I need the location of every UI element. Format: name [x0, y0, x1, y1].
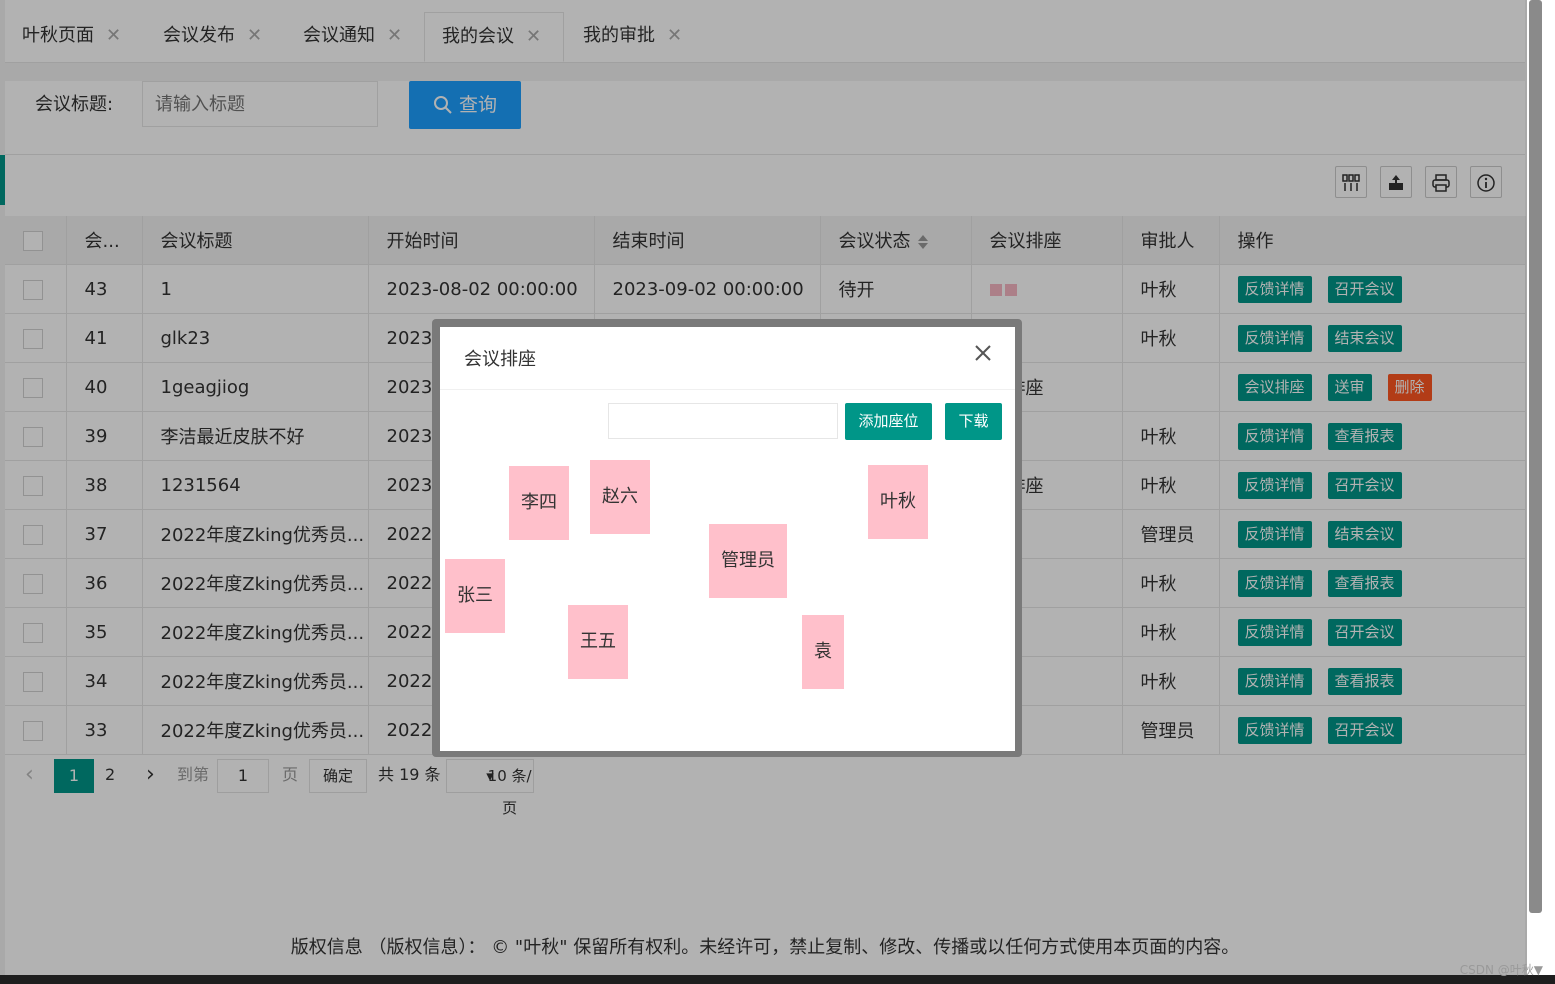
seat-tile[interactable]: 王五 [568, 605, 628, 679]
seat-tile[interactable]: 李四 [509, 466, 569, 540]
seating-dialog: 会议排座 添加座位 下载 李四 赵六 叶秋 管理员 张三 王五 袁 [440, 327, 1015, 751]
seat-tile[interactable]: 袁 [802, 615, 844, 689]
add-seat-button[interactable]: 添加座位 [845, 403, 932, 440]
seat-tile[interactable]: 管理员 [709, 524, 787, 598]
dialog-divider [440, 389, 1015, 390]
seat-tile[interactable]: 叶秋 [868, 465, 928, 539]
seat-tile[interactable]: 张三 [445, 559, 505, 633]
scrollbar-thumb[interactable] [1529, 0, 1542, 913]
dialog-title: 会议排座 [464, 349, 536, 370]
seat-name-input[interactable] [608, 403, 838, 439]
seat-tile[interactable]: 赵六 [590, 460, 650, 534]
close-icon[interactable] [973, 343, 993, 363]
download-button[interactable]: 下载 [945, 403, 1002, 440]
watermark: CSDN @叶秋▼ [1459, 963, 1543, 977]
